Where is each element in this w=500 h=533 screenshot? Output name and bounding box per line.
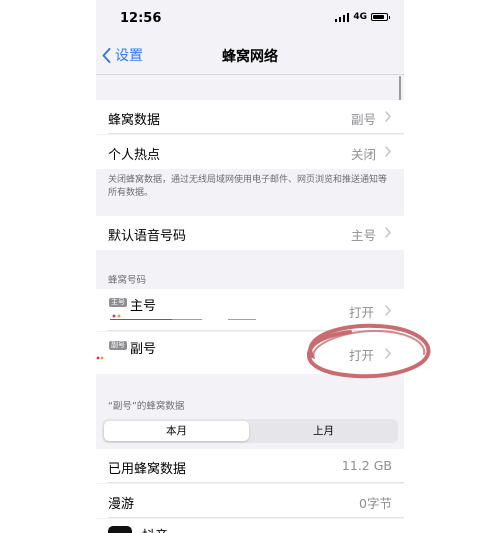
divider bbox=[108, 330, 404, 331]
row-label: 漫游 bbox=[108, 497, 135, 512]
signal-icon bbox=[334, 12, 350, 22]
redacted-number bbox=[110, 314, 256, 320]
app-row-douyin[interactable]: 抖音 bbox=[96, 519, 404, 533]
chevron-right-icon bbox=[385, 146, 391, 157]
section-header: “副号”的蜂窝数据 bbox=[108, 401, 185, 412]
cellular-footnote: 关闭蜂窝数据，通过无线局域网使用电子邮件、网页浏览和推送通知等所有数据。 bbox=[108, 175, 388, 198]
sim-badge: 副号 bbox=[109, 341, 127, 350]
row-value: 0字节 bbox=[359, 496, 392, 511]
roaming-row: 漫游 0字节 bbox=[96, 484, 404, 518]
row-label: 已用蜂窝数据 bbox=[108, 462, 187, 477]
row-value: 主号 bbox=[350, 228, 376, 243]
divider bbox=[108, 133, 404, 134]
segment-last-month[interactable]: 上月 bbox=[251, 421, 396, 441]
page-title: 蜂窝网络 bbox=[222, 49, 278, 65]
default-voice-line-row[interactable]: 默认语音号码 主号 bbox=[96, 216, 404, 250]
row-label: 个人热点 bbox=[108, 148, 161, 163]
cellular-data-row[interactable]: 蜂窝数据 副号 bbox=[96, 100, 404, 134]
sim-badge: 主号 bbox=[109, 298, 127, 307]
status-indicators: 4G bbox=[334, 12, 390, 22]
chevron-right-icon bbox=[385, 305, 391, 316]
status-time: 12:56 bbox=[120, 11, 162, 26]
divider bbox=[108, 517, 404, 518]
sim-status: 打开 bbox=[348, 305, 374, 320]
app-name: 抖音 bbox=[142, 525, 168, 533]
status-bar: 12:56 4G bbox=[96, 0, 404, 38]
sim-row-primary[interactable]: 主号 主号 打开 bbox=[96, 289, 404, 331]
section-header: 蜂窝号码 bbox=[108, 275, 147, 286]
chevron-right-icon bbox=[385, 111, 391, 122]
sim-name: 主号 bbox=[130, 299, 157, 314]
chevron-right-icon bbox=[385, 348, 391, 359]
douyin-app-icon bbox=[108, 526, 132, 533]
chevron-right-icon bbox=[385, 227, 391, 238]
battery-icon bbox=[371, 13, 390, 21]
row-value: 副号 bbox=[350, 112, 376, 127]
redacted-number bbox=[96, 356, 104, 360]
row-label: 默认语音号码 bbox=[108, 229, 187, 244]
row-label: 蜂窝数据 bbox=[108, 113, 161, 128]
sim-status: 打开 bbox=[348, 348, 374, 363]
row-value: 11.2 GB bbox=[341, 458, 392, 473]
row-value: 关闭 bbox=[350, 147, 376, 162]
divider bbox=[108, 482, 404, 483]
personal-hotspot-row[interactable]: 个人热点 关闭 bbox=[96, 135, 404, 169]
used-cellular-data-row: 已用蜂窝数据 11.2 GB bbox=[96, 449, 404, 483]
navigation-bar: 设置 蜂窝网络 bbox=[96, 38, 404, 75]
sim-name: 副号 bbox=[130, 342, 157, 357]
network-type: 4G bbox=[353, 12, 367, 22]
phone-screen: 12:56 4G 设置 蜂窝网络 蜂窝数据 副号 个人热点 关闭 关闭蜂窝数据，… bbox=[96, 0, 404, 533]
period-segmented-control: 本月 上月 bbox=[102, 419, 398, 443]
segment-this-month[interactable]: 本月 bbox=[104, 421, 249, 441]
sim-row-secondary[interactable]: 副号 副号 打开 bbox=[96, 332, 404, 374]
